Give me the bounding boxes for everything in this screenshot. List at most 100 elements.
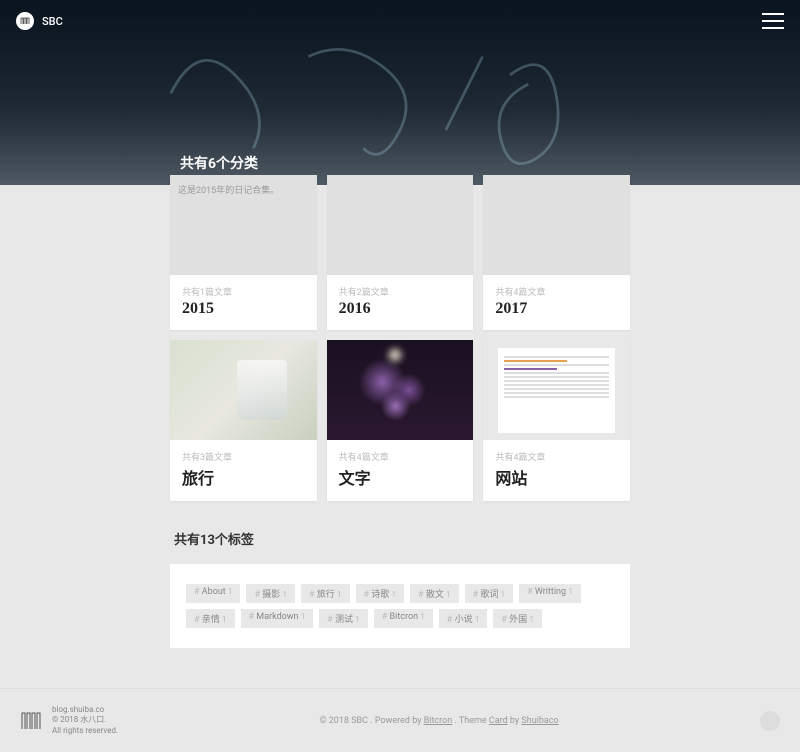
tag-item[interactable]: # 亲情 1 [186, 609, 235, 628]
footer-text: . Theme [452, 716, 489, 726]
card-image-glass [170, 340, 317, 440]
tag-item[interactable]: # 外国 1 [493, 609, 542, 628]
hamburger-line [762, 27, 784, 29]
category-card-2016[interactable]: 共有2篇文章 2016 [327, 175, 474, 330]
tag-item[interactable]: # 散文 1 [410, 584, 459, 603]
card-count: 共有2篇文章 [339, 285, 462, 298]
hamburger-line [762, 13, 784, 15]
tag-item[interactable]: # Writting 1 [519, 584, 581, 603]
tag-hash: # [194, 587, 202, 597]
tag-item[interactable]: # Bitcron 1 [374, 609, 433, 628]
category-card-2015[interactable]: 这是2015年的日记合集。 共有1篇文章 2015 [170, 175, 317, 330]
card-title: 旅行 [182, 465, 305, 489]
footer-rights: All rights reserved. [52, 726, 118, 736]
card-count: 共有4篇文章 [495, 285, 618, 298]
tags-list: # About 1# 摄影 1# 旅行 1# 诗歌 1# 散文 1# 歌词 1#… [186, 584, 614, 628]
card-image [327, 175, 474, 275]
footer-logo-icon [20, 709, 44, 733]
card-body: 共有4篇文章 文字 [327, 440, 474, 501]
scroll-top-button[interactable] [760, 711, 780, 731]
theme-link[interactable]: Card [489, 716, 508, 726]
hamburger-line [762, 20, 784, 22]
tag-hash: # [309, 590, 317, 600]
category-card-website[interactable]: 共有4篇文章 网站 [483, 340, 630, 501]
tag-count: 1 [529, 615, 534, 624]
logo-link[interactable]: SBC [16, 12, 63, 30]
tag-hash: # [473, 590, 481, 600]
tag-hash: # [501, 615, 509, 625]
tag-hash: # [447, 615, 455, 625]
tag-count: 1 [420, 612, 425, 621]
tag-hash: # [194, 615, 202, 625]
card-image-flowers [327, 340, 474, 440]
tag-hash: # [254, 590, 262, 600]
categories-grid: 这是2015年的日记合集。 共有1篇文章 2015 共有2篇文章 2016 共有… [170, 175, 630, 501]
tag-count: 1 [228, 587, 233, 596]
powered-by-link[interactable]: Bitcron [424, 716, 453, 726]
card-title: 2015 [182, 300, 305, 318]
card-title: 2016 [339, 300, 462, 318]
category-card-2017[interactable]: 共有4篇文章 2017 [483, 175, 630, 330]
tag-count: 1 [337, 590, 342, 599]
document-preview [498, 348, 615, 433]
hero-header: SBC 共有6个分类 [0, 0, 800, 185]
menu-button[interactable] [762, 13, 784, 29]
card-count: 共有1篇文章 [182, 285, 305, 298]
footer-center: © 2018 SBC . Powered by Bitcron . Theme … [319, 716, 558, 726]
card-image [483, 175, 630, 275]
tags-section-title: 共有13个标签 [170, 529, 630, 548]
card-title: 2017 [495, 300, 618, 318]
logo-icon [16, 12, 34, 30]
tag-item[interactable]: # 旅行 1 [301, 584, 350, 603]
card-description: 这是2015年的日记合集。 [178, 183, 279, 196]
card-body: 共有1篇文章 2015 [170, 275, 317, 330]
tag-item[interactable]: # 歌词 1 [465, 584, 514, 603]
tag-hash: # [418, 590, 426, 600]
card-body: 共有4篇文章 网站 [483, 440, 630, 501]
card-title: 文字 [339, 465, 462, 489]
hero-light-painting [0, 20, 800, 185]
card-count: 共有4篇文章 [495, 450, 618, 463]
main-content: 这是2015年的日记合集。 共有1篇文章 2015 共有2篇文章 2016 共有… [170, 175, 630, 688]
tag-item[interactable]: # 小说 1 [439, 609, 488, 628]
tag-count: 1 [475, 615, 480, 624]
tag-hash: # [382, 612, 390, 622]
page-title: 共有6个分类 [180, 153, 258, 173]
tag-hash: # [327, 615, 335, 625]
card-title: 网站 [495, 465, 618, 489]
footer-text: by [508, 716, 522, 726]
topbar: SBC [0, 12, 800, 30]
tag-hash: # [364, 590, 372, 600]
tag-item[interactable]: # 摄影 1 [246, 584, 295, 603]
footer-copyright: © 2018 水八口. [52, 715, 118, 725]
footer-domain: blog.shuiba.co [52, 705, 118, 715]
tag-count: 1 [222, 615, 227, 624]
footer: blog.shuiba.co © 2018 水八口. All rights re… [0, 688, 800, 752]
tags-container: # About 1# 摄影 1# 旅行 1# 诗歌 1# 散文 1# 歌词 1#… [170, 564, 630, 648]
category-card-travel[interactable]: 共有3篇文章 旅行 [170, 340, 317, 501]
tag-item[interactable]: # About 1 [186, 584, 240, 603]
tag-item[interactable]: # 诗歌 1 [356, 584, 405, 603]
tag-count: 1 [355, 615, 360, 624]
card-image-document [483, 340, 630, 440]
tag-count: 1 [568, 587, 573, 596]
tag-count: 1 [283, 590, 288, 599]
tag-hash: # [249, 612, 257, 622]
card-body: 共有4篇文章 2017 [483, 275, 630, 330]
card-image: 这是2015年的日记合集。 [170, 175, 317, 275]
tag-item[interactable]: # Markdown 1 [241, 609, 314, 628]
card-body: 共有3篇文章 旅行 [170, 440, 317, 501]
tag-count: 1 [301, 612, 306, 621]
tag-count: 1 [392, 590, 397, 599]
card-body: 共有2篇文章 2016 [327, 275, 474, 330]
tag-item[interactable]: # 测试 1 [319, 609, 368, 628]
theme-author-link[interactable]: Shuibaco [521, 716, 558, 726]
card-count: 共有3篇文章 [182, 450, 305, 463]
tag-hash: # [527, 587, 535, 597]
site-name: SBC [42, 15, 63, 28]
tag-count: 1 [501, 590, 506, 599]
footer-text: © 2018 SBC . Powered by [319, 716, 423, 726]
category-card-writing[interactable]: 共有4篇文章 文字 [327, 340, 474, 501]
footer-meta: blog.shuiba.co © 2018 水八口. All rights re… [52, 705, 118, 736]
card-count: 共有4篇文章 [339, 450, 462, 463]
